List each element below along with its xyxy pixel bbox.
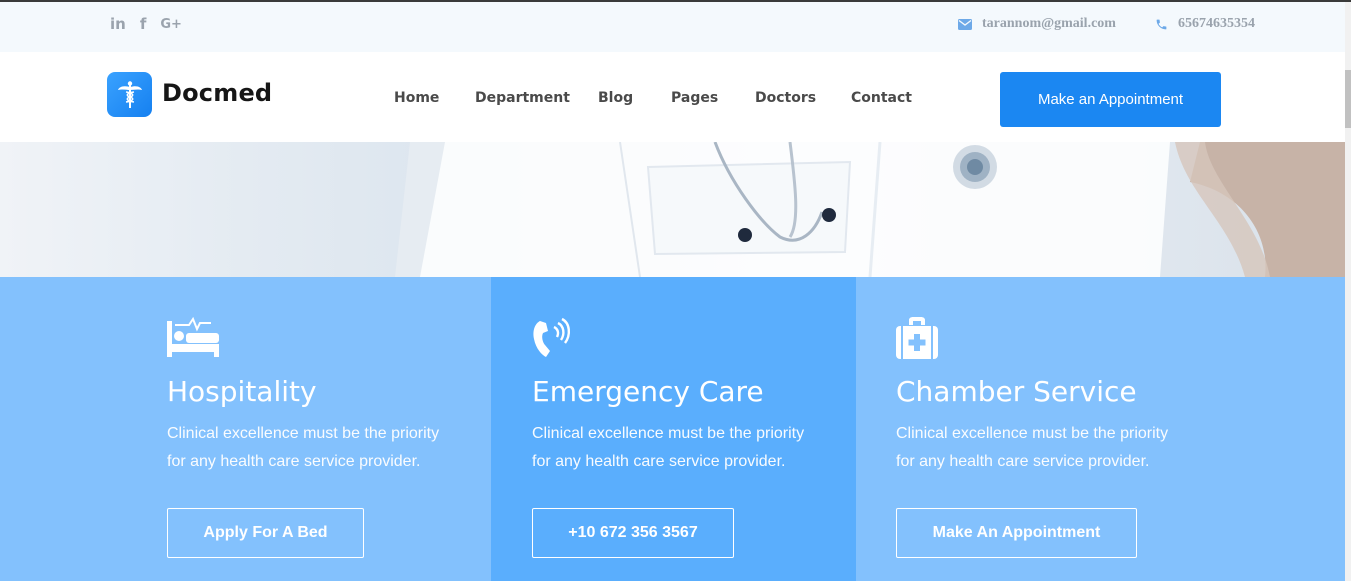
linkedin-icon[interactable]: in [110, 15, 126, 33]
service-description: Clinical excellence must be the priority… [167, 425, 440, 470]
nav-doctors[interactable]: Doctors [755, 90, 816, 106]
phone-text: 65674635354 [1178, 16, 1255, 31]
chamber-appointment-button[interactable]: Make An Appointment [896, 508, 1137, 558]
service-description: Clinical excellence must be the priority… [896, 425, 1169, 470]
service-description: Clinical excellence must be the priority… [532, 425, 805, 470]
email-text: tarannom@gmail.com [982, 16, 1116, 31]
hero-banner-image [0, 142, 1345, 277]
service-card-emergency: Emergency Care Clinical excellence must … [491, 277, 856, 581]
emergency-phone-button[interactable]: +10 672 356 3567 [532, 508, 734, 558]
make-appointment-button[interactable]: Make an Appointment [1000, 72, 1221, 127]
service-card-chamber: Chamber Service Clinical excellence must… [856, 277, 1345, 581]
brand-name[interactable]: Docmed [162, 79, 272, 107]
hospital-bed-icon [167, 317, 219, 357]
caduceus-icon [117, 80, 142, 108]
scrollbar-thumb[interactable] [1345, 70, 1351, 128]
logo-badge[interactable] [107, 72, 152, 117]
doctor-illustration [395, 142, 1345, 277]
phone-call-icon [533, 317, 570, 357]
google-plus-icon[interactable]: G+ [160, 17, 182, 32]
nav-blog[interactable]: Blog [598, 90, 633, 106]
nav-home[interactable]: Home [394, 90, 439, 106]
phone-contact[interactable]: 65674635354 [1155, 16, 1255, 32]
apply-for-bed-button[interactable]: Apply For A Bed [167, 508, 364, 558]
first-aid-kit-icon [896, 317, 938, 359]
facebook-icon[interactable]: f [140, 15, 147, 33]
envelope-icon [958, 18, 972, 30]
email-contact[interactable]: tarannom@gmail.com [958, 16, 1116, 32]
nav-pages[interactable]: Pages [671, 90, 718, 106]
service-card-hospitality: Hospitality Clinical excellence must be … [0, 277, 491, 581]
nav-contact[interactable]: Contact [851, 90, 912, 106]
top-bar: in f G+ tarannom@gmail.com 65674635354 [0, 2, 1345, 52]
main-header: Docmed Home Department Blog Pages Doctor… [0, 52, 1345, 142]
service-title: Hospitality [167, 375, 317, 408]
nav-department[interactable]: Department [475, 90, 570, 106]
service-title: Emergency Care [532, 375, 764, 408]
service-title: Chamber Service [896, 375, 1137, 408]
social-links: in f G+ [110, 15, 182, 33]
phone-icon [1156, 19, 1167, 29]
